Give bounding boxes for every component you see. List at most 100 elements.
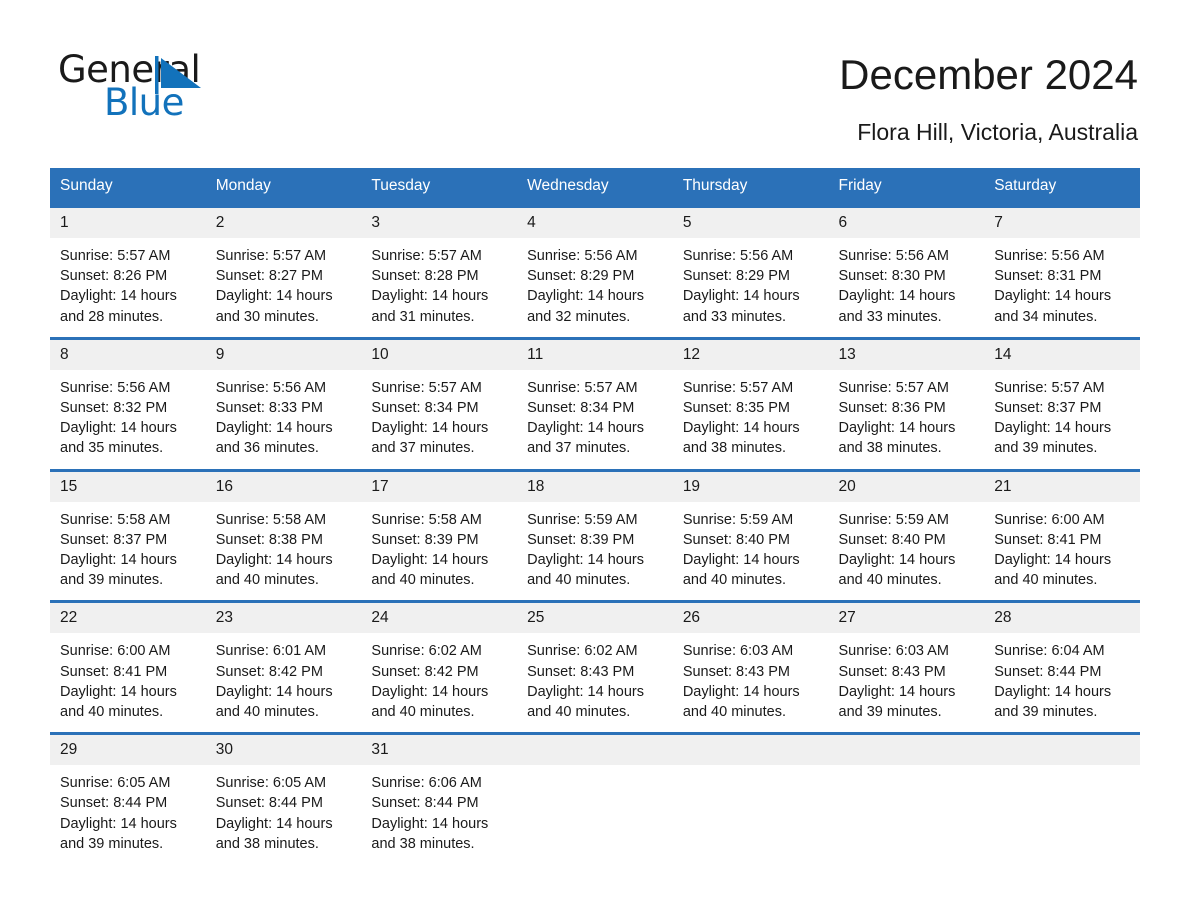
calendar-day-cell[interactable]: 14 Sunrise: 5:57 AM Sunset: 8:37 PM Dayligh… (984, 336, 1140, 471)
generalblue-logo[interactable]: General Blue (58, 48, 258, 126)
day-number: 2 (205, 208, 362, 238)
calendar-day-cell[interactable]: 10 Sunrise: 5:57 AM Sunset: 8:34 PM Dayligh… (361, 336, 518, 471)
daylight-text: Daylight: 14 hours and 37 minutes. (371, 420, 489, 457)
sunrise-text: Sunrise: 5:56 AM (838, 248, 949, 264)
calendar-day-cell[interactable]: 2 Sunrise: 5:57 AM Sunset: 8:27 PM Daylight… (205, 205, 362, 339)
day-number: 29 (50, 735, 206, 766)
day-cell-inner: 24 Sunrise: 6:02 AM Sunset: 8:42 PM Dayligh… (361, 603, 518, 732)
sunrise-text: Sunrise: 6:03 AM (838, 643, 949, 660)
day-number: 27 (828, 603, 985, 634)
day-details: Sunrise: 5:57 AM Sunset: 8:35 PM Daylight:… (673, 370, 829, 469)
calendar-day-cell[interactable]: 16 Sunrise: 5:58 AM Sunset: 8:38 PM Dayligh… (205, 468, 362, 602)
calendar-day-cell[interactable]: 25 Sunrise: 6:02 AM Sunset: 8:43 PM Dayligh… (517, 600, 673, 734)
day-cell-inner: 30 Sunrise: 6:05 AM Sunset: 8:44 PM Dayligh… (205, 735, 362, 864)
calendar-day-cell[interactable]: 8 Sunrise: 5:56 AM Sunset: 8:32 PM Daylight… (50, 336, 206, 471)
day-details: Sunrise: 6:03 AM Sunset: 8:43 PM Daylight:… (829, 633, 985, 732)
day-details: Sunrise: 6:05 AM Sunset: 8:44 PM Daylight:… (50, 765, 206, 864)
calendar-week-row: 1 Sunrise: 5:57 AM Sunset: 8:26 PM Daylight… (50, 205, 1140, 339)
sunrise-text: Sunrise: 5:57 AM (60, 248, 171, 264)
calendar-week-row: 29 Sunrise: 6:05 AM Sunset: 8:44 PM Dayligh… (50, 732, 1140, 865)
calendar-day-cell[interactable]: 18 Sunrise: 5:59 AM Sunset: 8:39 PM Dayligh… (517, 468, 673, 602)
day-number: 17 (361, 471, 518, 502)
sunset-text: Sunset: 8:34 PM (371, 400, 479, 417)
day-number: 4 (517, 208, 673, 238)
day-details: Sunrise: 5:56 AM Sunset: 8:31 PM Daylight:… (984, 238, 1140, 337)
calendar-day-cell[interactable]: 7 Sunrise: 5:56 AM Sunset: 8:31 PM Daylight… (984, 205, 1140, 339)
sunrise-text: Sunrise: 5:58 AM (371, 511, 482, 528)
calendar-day-cell[interactable]: 13 Sunrise: 5:57 AM Sunset: 8:36 PM Dayligh… (828, 336, 985, 471)
page-title: December 2024 (839, 51, 1138, 98)
sunrise-text: Sunrise: 5:57 AM (994, 379, 1105, 396)
day-number: 18 (517, 471, 673, 502)
calendar-day-cell[interactable]: 21 Sunrise: 6:00 AM Sunset: 8:41 PM Dayligh… (984, 468, 1140, 602)
daylight-text: Daylight: 14 hours and 39 minutes. (60, 815, 177, 852)
day-details: Sunrise: 5:57 AM Sunset: 8:26 PM Daylight:… (50, 238, 206, 337)
calendar-day-cell[interactable]: 22 Sunrise: 6:00 AM Sunset: 8:41 PM Dayligh… (50, 600, 206, 734)
sunset-text: Sunset: 8:42 PM (215, 663, 323, 680)
day-cell-inner: 22 Sunrise: 6:00 AM Sunset: 8:41 PM Dayligh… (50, 603, 206, 732)
daylight-text: Daylight: 14 hours and 36 minutes. (215, 420, 333, 457)
daylight-text: Daylight: 14 hours and 39 minutes. (994, 683, 1112, 721)
day-cell-inner (984, 735, 1140, 855)
day-details: Sunrise: 6:02 AM Sunset: 8:42 PM Daylight:… (361, 633, 517, 732)
calendar-day-cell[interactable]: 23 Sunrise: 6:01 AM Sunset: 8:42 PM Dayligh… (205, 600, 362, 734)
sunset-text: Sunset: 8:39 PM (527, 531, 635, 548)
calendar-day-cell[interactable]: 12 Sunrise: 5:57 AM Sunset: 8:35 PM Dayligh… (672, 336, 829, 471)
calendar-day-cell[interactable]: 1 Sunrise: 5:57 AM Sunset: 8:26 PM Daylight… (50, 205, 206, 339)
calendar-day-cell[interactable]: 20 Sunrise: 5:59 AM Sunset: 8:40 PM Dayligh… (828, 468, 985, 602)
calendar-day-cell[interactable]: 9 Sunrise: 5:56 AM Sunset: 8:33 PM Daylight… (205, 336, 362, 471)
calendar-day-cell[interactable]: 11 Sunrise: 5:57 AM Sunset: 8:34 PM Dayligh… (517, 336, 673, 471)
sunrise-text: Sunrise: 6:05 AM (60, 775, 171, 792)
day-cell-inner: 13 Sunrise: 5:57 AM Sunset: 8:36 PM Dayligh… (828, 339, 985, 469)
calendar-day-cell[interactable]: 28 Sunrise: 6:04 AM Sunset: 8:44 PM Dayligh… (984, 600, 1140, 734)
day-cell-inner: 7 Sunrise: 5:56 AM Sunset: 8:31 PM Daylight… (984, 208, 1140, 337)
daylight-text: Daylight: 14 hours and 40 minutes. (215, 552, 333, 589)
daylight-text: Daylight: 14 hours and 30 minutes. (215, 288, 333, 325)
sunrise-text: Sunrise: 5:57 AM (527, 379, 638, 396)
sunrise-text: Sunrise: 6:01 AM (215, 643, 327, 660)
calendar-day-cell[interactable]: 15 Sunrise: 5:58 AM Sunset: 8:37 PM Dayligh… (50, 468, 206, 602)
sunrise-text: Sunrise: 5:57 AM (682, 379, 794, 396)
day-details: Sunrise: 5:59 AM Sunset: 8:40 PM Daylight:… (829, 502, 985, 601)
calendar-day-cell[interactable]: 6 Sunrise: 5:56 AM Sunset: 8:30 PM Daylight… (828, 205, 985, 339)
day-cell-inner: 31 Sunrise: 6:06 AM Sunset: 8:44 PM Dayligh… (361, 735, 518, 864)
calendar-day-cell[interactable]: 19 Sunrise: 5:59 AM Sunset: 8:40 PM Dayligh… (672, 468, 829, 602)
day-details: Sunrise: 6:02 AM Sunset: 8:43 PM Daylight:… (517, 633, 673, 732)
sunset-text: Sunset: 8:43 PM (682, 663, 791, 680)
calendar-day-cell[interactable]: 4 Sunrise: 5:56 AM Sunset: 8:29 PM Daylight… (517, 205, 673, 339)
day-number: 16 (205, 471, 362, 502)
daylight-text: Daylight: 14 hours and 38 minutes. (215, 815, 333, 852)
sunrise-text: Sunrise: 5:56 AM (215, 379, 327, 396)
sunrise-text: Sunrise: 5:59 AM (838, 511, 949, 528)
calendar-day-cell[interactable]: 24 Sunrise: 6:02 AM Sunset: 8:42 PM Dayligh… (361, 600, 518, 734)
day-number: 11 (517, 339, 673, 370)
day-details: Sunrise: 6:04 AM Sunset: 8:44 PM Daylight:… (984, 633, 1140, 732)
calendar-day-cell[interactable]: 31 Sunrise: 6:06 AM Sunset: 8:44 PM Dayligh… (361, 732, 518, 865)
day-details: Sunrise: 5:56 AM Sunset: 8:32 PM Daylight:… (50, 370, 206, 469)
day-cell-inner: 12 Sunrise: 5:57 AM Sunset: 8:35 PM Dayligh… (672, 339, 829, 469)
calendar-day-cell[interactable]: 3 Sunrise: 5:57 AM Sunset: 8:28 PM Daylight… (361, 205, 518, 339)
sunset-text: Sunset: 8:42 PM (371, 663, 479, 680)
day-cell-inner: 18 Sunrise: 5:59 AM Sunset: 8:39 PM Dayligh… (517, 471, 673, 601)
calendar-day-cell[interactable]: 30 Sunrise: 6:05 AM Sunset: 8:44 PM Dayligh… (205, 732, 362, 865)
day-number: 14 (984, 339, 1140, 370)
day-cell-inner: 19 Sunrise: 5:59 AM Sunset: 8:40 PM Dayligh… (672, 471, 829, 601)
sunset-text: Sunset: 8:29 PM (527, 268, 635, 285)
day-details: Sunrise: 5:57 AM Sunset: 8:27 PM Daylight:… (206, 238, 362, 337)
day-number: 7 (984, 208, 1140, 238)
calendar-week-row: 8 Sunrise: 5:56 AM Sunset: 8:32 PM Daylight… (50, 336, 1140, 471)
calendar-day-cell[interactable]: 26 Sunrise: 6:03 AM Sunset: 8:43 PM Dayligh… (672, 600, 829, 734)
day-cell-inner: 20 Sunrise: 5:59 AM Sunset: 8:40 PM Dayligh… (828, 471, 985, 601)
day-number (984, 735, 1140, 766)
day-number: 12 (672, 339, 829, 370)
sunset-text: Sunset: 8:29 PM (682, 268, 791, 285)
calendar-day-cell[interactable]: 29 Sunrise: 6:05 AM Sunset: 8:44 PM Dayligh… (50, 732, 206, 865)
day-details: Sunrise: 5:58 AM Sunset: 8:37 PM Daylight:… (50, 502, 206, 601)
calendar-day-cell[interactable]: 27 Sunrise: 6:03 AM Sunset: 8:43 PM Dayligh… (828, 600, 985, 734)
calendar-body: 1 Sunrise: 5:57 AM Sunset: 8:26 PM Daylight… (50, 205, 1140, 865)
calendar-day-cell[interactable]: 17 Sunrise: 5:58 AM Sunset: 8:39 PM Dayligh… (361, 468, 518, 602)
day-cell-inner: 3 Sunrise: 5:57 AM Sunset: 8:28 PM Daylight… (361, 208, 518, 337)
calendar-day-cell[interactable]: 5 Sunrise: 5:56 AM Sunset: 8:29 PM Daylight… (672, 205, 829, 339)
daylight-text: Daylight: 14 hours and 38 minutes. (371, 815, 489, 852)
day-cell-inner: 6 Sunrise: 5:56 AM Sunset: 8:30 PM Daylight… (828, 208, 985, 337)
